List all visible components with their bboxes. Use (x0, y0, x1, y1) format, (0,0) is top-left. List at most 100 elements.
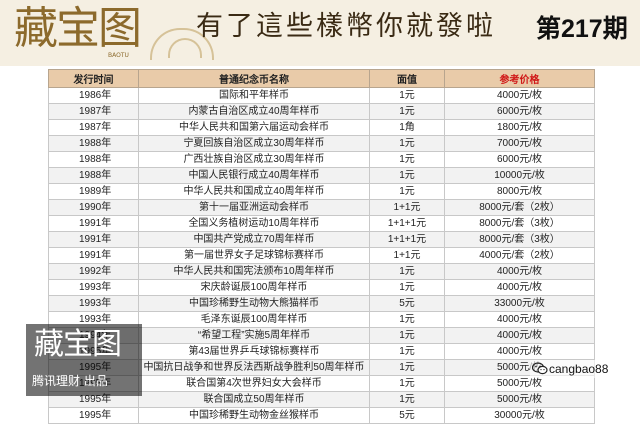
cell-price: 1800元/枚 (444, 119, 595, 136)
cell-coin-name: 内蒙古自治区成立40周年样币 (138, 103, 370, 120)
cell-denomination: 1元 (369, 343, 445, 360)
table-row: 1988年 宁夏回族自治区成立30周年样币 1元 7000元/枚 (48, 135, 595, 152)
cell-year: 1987年 (48, 119, 139, 136)
header-banner: 藏宝图 BAOTU 有了這些樣幣你就發啦 第217期 (0, 0, 640, 66)
table-row: 1988年 中国人民银行成立40周年样币 1元 10000元/枚 (48, 167, 595, 184)
cell-coin-name: 宁夏回族自治区成立30周年样币 (138, 135, 370, 152)
cell-coin-name: 全国义务植树运动10周年样币 (138, 215, 370, 232)
column-header-denomination: 面值 (369, 69, 445, 88)
cell-coin-name: 中国人民银行成立40周年样币 (138, 167, 370, 184)
cell-denomination: 1元 (369, 135, 445, 152)
table-row: 1991年 第一届世界女子足球锦标赛样币 1+1元 4000元/套（2枚） (48, 247, 595, 264)
cell-coin-name: 毛泽东诞辰100周年样币 (138, 311, 370, 328)
cell-coin-name: 联合国第4次世界妇女大会样币 (138, 375, 370, 392)
watermark-text: 腾讯理财 出品 (32, 374, 108, 388)
cell-year: 1989年 (48, 183, 139, 200)
cell-coin-name: 国际和平年样币 (138, 87, 370, 104)
table-row: 1986年 国际和平年样币 1元 4000元/枚 (48, 87, 595, 104)
column-header-name: 普通纪念币名称 (138, 69, 370, 88)
cell-year: 1988年 (48, 167, 139, 184)
cell-denomination: 1元 (369, 327, 445, 344)
cell-year: 1988年 (48, 151, 139, 168)
cell-denomination: 1元 (369, 151, 445, 168)
cell-coin-name: 第十一届亚洲运动会样币 (138, 199, 370, 216)
cell-year: 1986年 (48, 87, 139, 104)
cell-price: 6000元/枚 (444, 103, 595, 120)
table-row: 1989年 中华人民共和国成立40周年样币 1元 8000元/枚 (48, 183, 595, 200)
cell-year: 1991年 (48, 215, 139, 232)
cell-year: 1993年 (48, 295, 139, 312)
cell-price: 8000元/枚 (444, 183, 595, 200)
cell-year: 1991年 (48, 231, 139, 248)
wechat-badge: cangbao88 (530, 360, 638, 378)
cell-price: 8000元/套（3枚） (444, 215, 595, 232)
table-row: 1991年 中国共产党成立70周年样币 1+1+1元 8000元/套（3枚） (48, 231, 595, 248)
cell-year: 1992年 (48, 263, 139, 280)
watermark-logo: 藏宝图 (34, 327, 122, 362)
cell-price: 8000元/套（2枚） (444, 199, 595, 216)
wechat-icon (532, 362, 548, 375)
cell-denomination: 1元 (369, 263, 445, 280)
cell-price: 10000元/枚 (444, 167, 595, 184)
wechat-id: cangbao88 (549, 362, 609, 376)
cell-year: 1990年 (48, 199, 139, 216)
table-header-row: 发行时间 普通纪念币名称 面值 参考价格 (48, 69, 595, 88)
cell-denomination: 1元 (369, 87, 445, 104)
cell-coin-name: 宋庆龄诞辰100周年样币 (138, 279, 370, 296)
cell-denomination: 1元 (369, 359, 445, 376)
cell-price: 30000元/枚 (444, 407, 595, 424)
cell-price: 4000元/枚 (444, 327, 595, 344)
logo: 藏宝图 (14, 3, 142, 54)
cell-denomination: 5元 (369, 407, 445, 424)
cell-coin-name: 中国共产党成立70周年样币 (138, 231, 370, 248)
table-row: 1993年 宋庆龄诞辰100周年样币 1元 4000元/枚 (48, 279, 595, 296)
cell-denomination: 1元 (369, 375, 445, 392)
cell-price: 4000元/枚 (444, 87, 595, 104)
cell-coin-name: 第一届世界女子足球锦标赛样币 (138, 247, 370, 264)
cell-coin-name: “希望工程”实施5周年样币 (138, 327, 370, 344)
table-row: 1995年 中国珍稀野生动物金丝猴样币 5元 30000元/枚 (48, 407, 595, 424)
column-header-price: 参考价格 (444, 69, 595, 88)
cell-denomination: 1元 (369, 167, 445, 184)
cell-coin-name: 中国珍稀野生动物大熊猫样币 (138, 295, 370, 312)
table-row: 1987年 内蒙古自治区成立40周年样币 1元 6000元/枚 (48, 103, 595, 120)
cell-year: 1988年 (48, 135, 139, 152)
cell-price: 5000元/枚 (444, 391, 595, 408)
cell-price: 4000元/套（2枚） (444, 247, 595, 264)
cell-denomination: 1+1元 (369, 199, 445, 216)
cell-coin-name: 中华人民共和国第六届运动会样币 (138, 119, 370, 136)
table-row: 1987年 中华人民共和国第六届运动会样币 1角 1800元/枚 (48, 119, 595, 136)
cell-denomination: 1角 (369, 119, 445, 136)
cell-denomination: 5元 (369, 295, 445, 312)
cell-denomination: 1元 (369, 279, 445, 296)
cell-year: 1993年 (48, 279, 139, 296)
cell-denomination: 1元 (369, 391, 445, 408)
cell-denomination: 1元 (369, 311, 445, 328)
cell-price: 8000元/套（3枚） (444, 231, 595, 248)
cell-year: 1995年 (48, 407, 139, 424)
table-row: 1988年 广西壮族自治区成立30周年样币 1元 6000元/枚 (48, 151, 595, 168)
cell-coin-name: 中华人民共和国宪法颁布10周年样币 (138, 263, 370, 280)
cell-denomination: 1元 (369, 103, 445, 120)
table-row: 1992年 中华人民共和国宪法颁布10周年样币 1元 4000元/枚 (48, 263, 595, 280)
cell-coin-name: 联合国成立50周年样币 (138, 391, 370, 408)
cell-denomination: 1+1元 (369, 247, 445, 264)
cell-coin-name: 第43届世界乒乓球锦标赛样币 (138, 343, 370, 360)
cell-coin-name: 中华人民共和国成立40周年样币 (138, 183, 370, 200)
table-row: 1991年 全国义务植树运动10周年样币 1+1+1元 8000元/套（3枚） (48, 215, 595, 232)
cell-price: 33000元/枚 (444, 295, 595, 312)
logo-subtext: BAOTU (108, 52, 129, 59)
cell-price: 4000元/枚 (444, 279, 595, 296)
cell-price: 4000元/枚 (444, 311, 595, 328)
issue-number: 第217期 (536, 15, 628, 43)
cell-year: 1987年 (48, 103, 139, 120)
cell-coin-name: 广西壮族自治区成立30周年样币 (138, 151, 370, 168)
watermark-badge: 藏宝图 腾讯理财 出品 (26, 324, 142, 396)
cell-price: 6000元/枚 (444, 151, 595, 168)
cell-year: 1991年 (48, 247, 139, 264)
cell-price: 4000元/枚 (444, 343, 595, 360)
table-row: 1990年 第十一届亚洲运动会样币 1+1元 8000元/套（2枚） (48, 199, 595, 216)
cell-coin-name: 中国珍稀野生动物金丝猴样币 (138, 407, 370, 424)
table-row: 1993年 中国珍稀野生动物大熊猫样币 5元 33000元/枚 (48, 295, 595, 312)
cell-price: 7000元/枚 (444, 135, 595, 152)
